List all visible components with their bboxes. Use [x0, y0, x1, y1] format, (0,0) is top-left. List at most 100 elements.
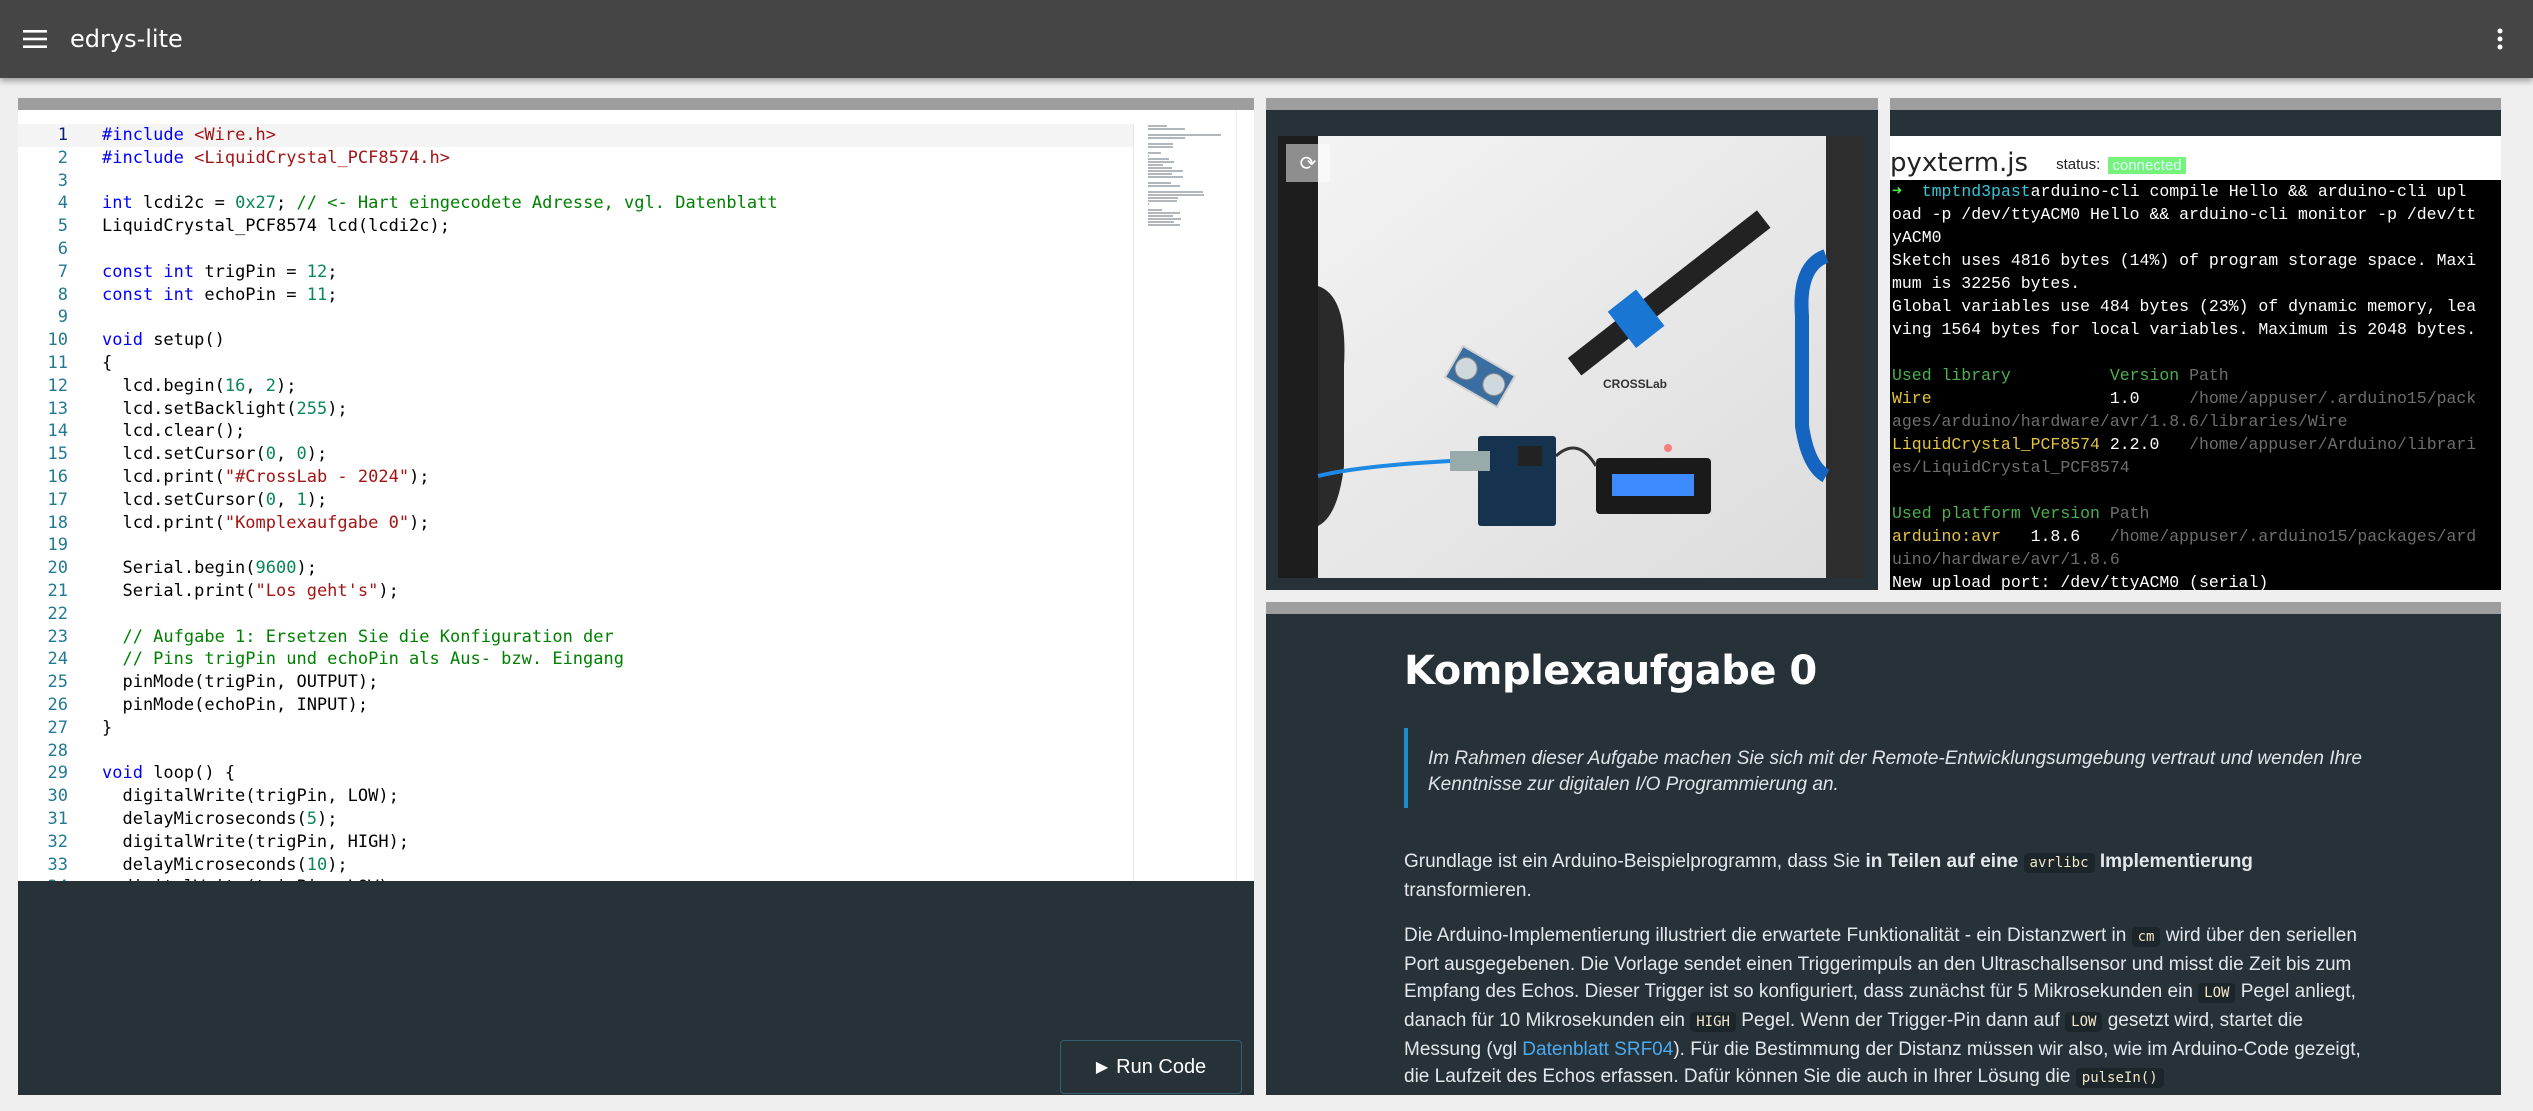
terminal-output[interactable]: ➜ tmptnd3pastarduino-cli compile Hello &…	[1890, 180, 2501, 590]
code-line[interactable]: 24 // Pins trigPin und echoPin als Aus- …	[18, 648, 1133, 671]
inline-code: cm	[2131, 927, 2161, 947]
camera-stream: CROSSLab ⟳	[1278, 136, 1864, 578]
datasheet-link[interactable]: Datenblatt SRF04	[1522, 1039, 1673, 1060]
task-paragraph-1: Grundlage ist ein Arduino-Beispielprogra…	[1404, 848, 2374, 904]
task-title: Komplexaufgabe 0	[1404, 648, 1817, 694]
code-line[interactable]: 26 pinMode(echoPin, INPUT);	[18, 694, 1133, 717]
terminal-line: ving 1564 bytes for local variables. Max…	[1892, 320, 2477, 339]
code-line[interactable]: 13 lcd.setBacklight(255);	[18, 398, 1133, 421]
run-code-button[interactable]: ▶ Run Code	[1060, 1040, 1242, 1094]
minimap-line	[1148, 182, 1172, 184]
code-line[interactable]: 15 lcd.setCursor(0, 0);	[18, 443, 1133, 466]
task-intro-quote: Im Rahmen dieser Aufgabe machen Sie sich…	[1404, 728, 2374, 808]
code-line[interactable]: 34 digitalWrite(trigPin, LOW);	[18, 876, 1133, 881]
code-line[interactable]: 12 lcd.begin(16, 2);	[18, 375, 1133, 398]
app-bar: edrys-lite	[0, 0, 2533, 78]
hamburger-icon[interactable]	[0, 0, 70, 78]
code-line[interactable]: 17 lcd.setCursor(0, 1);	[18, 489, 1133, 512]
terminal-line: ➜ tmptnd3pastarduino-cli compile Hello &…	[1892, 182, 2467, 201]
code-line[interactable]: 3	[18, 170, 1133, 193]
code-line[interactable]: 27}	[18, 717, 1133, 740]
code-line[interactable]: 30 digitalWrite(trigPin, LOW);	[18, 785, 1133, 808]
minimap-line	[1148, 173, 1173, 175]
minimap-line	[1148, 203, 1150, 205]
run-code-label: Run Code	[1116, 1055, 1207, 1078]
minimap-line	[1148, 164, 1164, 166]
minimap-line	[1148, 161, 1175, 163]
line-text: Serial.print("Los geht's");	[102, 580, 399, 601]
minimap-line	[1148, 128, 1186, 130]
code-line[interactable]: 10 void setup()	[18, 329, 1133, 352]
line-number: 28	[47, 740, 68, 761]
code-line[interactable]: 25 pinMode(trigPin, OUTPUT);	[18, 671, 1133, 694]
code-line[interactable]: 2 #include <LiquidCrystal_PCF8574.h>	[18, 147, 1133, 170]
terminal-line: Used library Version Path	[1892, 366, 2229, 385]
kebab-vertical-icon[interactable]	[2485, 0, 2515, 78]
line-text: const int echoPin = 11;	[102, 284, 338, 305]
line-number: 19	[47, 535, 68, 556]
code-line[interactable]: 23 // Aufgabe 1: Ersetzen Sie die Konfig…	[18, 626, 1133, 649]
line-number: 10	[47, 330, 68, 351]
terminal-line: arduino:avr 1.8.6 /home/appuser/.arduino…	[1892, 527, 2477, 546]
line-number: 1	[57, 125, 68, 145]
camera-image: CROSSLab	[1278, 136, 1864, 578]
code-line[interactable]: 7 const int trigPin = 12;	[18, 261, 1133, 284]
line-text: lcd.setCursor(0, 1);	[102, 489, 328, 510]
code-line[interactable]: 20 Serial.begin(9600);	[18, 557, 1133, 580]
code-line[interactable]: 29 void loop() {	[18, 762, 1133, 785]
line-number: 33	[47, 854, 68, 875]
camera-panel: CROSSLab ⟳	[1266, 98, 1878, 590]
minimap-line	[1148, 170, 1184, 172]
line-number: 17	[47, 489, 68, 510]
inline-code: LOW	[2198, 983, 2236, 1003]
editor-scrollbar[interactable]	[1236, 110, 1251, 881]
code-editor[interactable]: 1 #include <Wire.h> 2 #include <LiquidCryst…	[18, 110, 1254, 881]
code-line[interactable]: 22	[18, 603, 1133, 626]
minimap-line	[1148, 221, 1175, 223]
minimap-line	[1148, 137, 1186, 139]
code-lines[interactable]: 1 #include <Wire.h> 2 #include <LiquidCryst…	[18, 124, 1133, 881]
code-line[interactable]: 19	[18, 534, 1133, 557]
code-line[interactable]: 33 delayMicroseconds(10);	[18, 854, 1133, 877]
code-line[interactable]: 1 #include <Wire.h>	[18, 124, 1133, 147]
minimap-line	[1148, 146, 1174, 148]
line-number: 31	[47, 808, 68, 829]
code-line[interactable]: 4 int lcdi2c = 0x27; // <- Hart eingecode…	[18, 192, 1133, 215]
minimap-line	[1148, 158, 1169, 160]
line-number: 29	[47, 763, 68, 784]
text-span: transformieren.	[1404, 880, 1532, 901]
line-text: LiquidCrystal_PCF8574 lcd(lcdi2c);	[102, 216, 450, 237]
terminal-header: pyxterm.js status: connected	[1890, 136, 2501, 180]
inline-code: pulseIn()	[2075, 1068, 2164, 1088]
code-line[interactable]: 32 digitalWrite(trigPin, HIGH);	[18, 831, 1133, 854]
code-line[interactable]: 11 {	[18, 352, 1133, 375]
minimap-line	[1148, 212, 1180, 214]
code-line[interactable]: 18 lcd.print("Komplexaufgabe 0");	[18, 512, 1133, 535]
line-text: const int trigPin = 12;	[102, 261, 338, 282]
code-line[interactable]: 16 lcd.print("#CrossLab - 2024");	[18, 466, 1133, 489]
code-line[interactable]: 5 LiquidCrystal_PCF8574 lcd(lcdi2c);	[18, 215, 1133, 238]
minimap-line	[1148, 125, 1167, 127]
code-line[interactable]: 8 const int echoPin = 11;	[18, 284, 1133, 307]
line-number: 13	[47, 398, 68, 419]
editor-minimap[interactable]	[1133, 124, 1244, 881]
code-line[interactable]: 31 delayMicroseconds(5);	[18, 808, 1133, 831]
status-badge: connected	[2108, 157, 2186, 174]
line-text: pinMode(trigPin, OUTPUT);	[102, 672, 379, 693]
terminal-line: Used platform Version Path	[1892, 504, 2150, 523]
line-number: 3	[57, 170, 68, 191]
app-title: edrys-lite	[70, 25, 183, 53]
task-document: Komplexaufgabe 0 Im Rahmen dieser Aufgab…	[1404, 648, 2374, 1095]
code-line[interactable]: 9	[18, 306, 1133, 329]
code-line[interactable]: 6	[18, 238, 1133, 261]
line-text: delayMicroseconds(10);	[102, 854, 348, 875]
code-line[interactable]: 14 lcd.clear();	[18, 420, 1133, 443]
code-line[interactable]: 21 Serial.print("Los geht's");	[18, 580, 1133, 603]
terminal-line: uino/hardware/avr/1.8.6	[1892, 550, 2120, 569]
reload-icon[interactable]: ⟳	[1286, 144, 1330, 182]
code-line[interactable]: 28	[18, 740, 1133, 763]
line-number: 32	[47, 831, 68, 852]
code-editor-panel: 1 #include <Wire.h> 2 #include <LiquidCryst…	[18, 98, 1254, 1095]
line-text: pinMode(echoPin, INPUT);	[102, 694, 369, 715]
